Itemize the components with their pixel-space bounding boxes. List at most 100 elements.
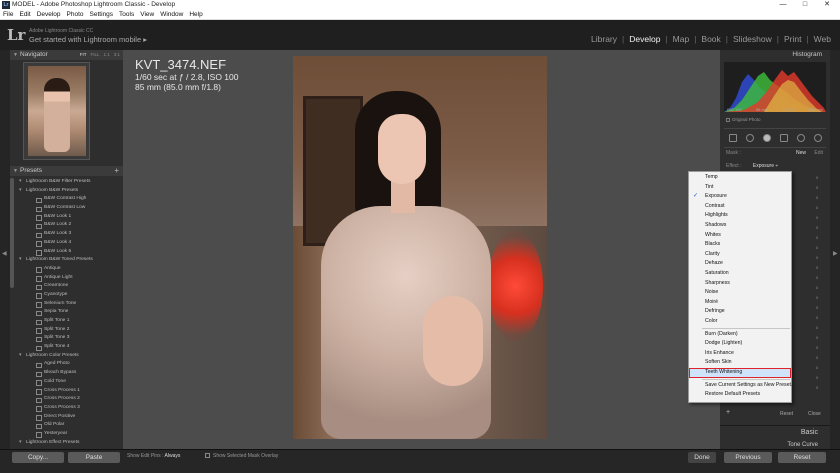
menu-window[interactable]: Window xyxy=(160,10,183,19)
menu-item-iris-enhance[interactable]: Iris Enhance xyxy=(689,349,791,359)
menu-item-teeth-whitening[interactable]: Teeth Whitening xyxy=(689,368,791,378)
module-develop[interactable]: Develop xyxy=(624,34,665,44)
preset-item[interactable]: Selenium Tone xyxy=(16,300,121,309)
minimize-button[interactable]: — xyxy=(772,0,794,10)
preset-item[interactable]: Split Tone 3 xyxy=(16,334,121,343)
basic-section-header[interactable]: Basic xyxy=(720,425,830,439)
menu-edit[interactable]: Edit xyxy=(19,10,30,19)
module-book[interactable]: Book xyxy=(696,34,725,44)
menu-file[interactable]: File xyxy=(3,10,13,19)
preset-item[interactable]: B&W Look 1 xyxy=(16,213,121,222)
histogram-graph[interactable] xyxy=(724,62,826,112)
preset-item[interactable]: Sepia Tone xyxy=(16,308,121,317)
done-button[interactable]: Done xyxy=(688,452,716,463)
red-eye-icon[interactable] xyxy=(762,134,771,142)
menu-help[interactable]: Help xyxy=(189,10,202,19)
preset-item[interactable]: Direct Positive xyxy=(16,413,121,422)
preset-item[interactable]: Bleach Bypass xyxy=(16,369,121,378)
original-photo-checkbox[interactable] xyxy=(726,117,730,122)
zoom-fit[interactable]: FIT xyxy=(80,50,87,60)
mask-new-button[interactable]: New xyxy=(796,149,806,157)
presets-header[interactable]: ▼ Presets + xyxy=(10,166,123,176)
preset-item[interactable]: Antique xyxy=(16,265,121,274)
menu-item-sharpness[interactable]: Sharpness xyxy=(689,279,791,289)
presets-scrollbar[interactable] xyxy=(10,178,14,288)
module-map[interactable]: Map xyxy=(668,34,695,44)
menu-settings[interactable]: Settings xyxy=(90,10,114,19)
menu-item-exposure[interactable]: ✓ Exposure xyxy=(689,192,791,202)
mask-overlay-option[interactable]: Show Selected Mask Overlay xyxy=(205,452,278,461)
lightroom-mobile-link[interactable]: Get started with Lightroom mobile ▸ xyxy=(29,35,147,44)
menu-item-saturation[interactable]: Saturation xyxy=(689,269,791,279)
menu-item-clarity[interactable]: Clarity xyxy=(689,250,791,260)
module-slideshow[interactable]: Slideshow xyxy=(728,34,777,44)
preset-item[interactable]: Creamtone xyxy=(16,282,121,291)
main-photo[interactable] xyxy=(293,56,547,439)
menu-item-restore-default-presets[interactable]: Restore Default Presets xyxy=(689,390,791,400)
preset-item[interactable]: B&W Contrast High xyxy=(16,195,121,204)
maximize-button[interactable]: □ xyxy=(794,0,816,10)
menu-item-dehaze[interactable]: Dehaze xyxy=(689,259,791,269)
menu-item-defringe[interactable]: Defringe xyxy=(689,307,791,317)
menu-item-moir[interactable]: Moiré xyxy=(689,298,791,308)
right-panel-edge[interactable]: ▶ xyxy=(830,50,840,473)
preset-item[interactable]: Cross Process 1 xyxy=(16,387,121,396)
add-panel-plus-icon[interactable]: + xyxy=(726,409,730,416)
preset-item[interactable]: Split Tone 2 xyxy=(16,326,121,335)
histogram-header[interactable]: Histogram xyxy=(720,50,830,60)
preset-item[interactable]: Aged Photo xyxy=(16,360,121,369)
previous-button[interactable]: Previous xyxy=(724,452,772,463)
preset-folder[interactable]: Lightroom B&W Presets xyxy=(16,187,121,196)
brush-reset-button[interactable]: Reset xyxy=(780,411,793,417)
spot-removal-icon[interactable] xyxy=(745,134,754,142)
menu-item-temp[interactable]: Temp xyxy=(689,173,791,183)
preset-item[interactable]: B&W Look 3 xyxy=(16,230,121,239)
preset-item[interactable]: Yesteryear xyxy=(16,430,121,439)
preset-item[interactable]: B&W Contrast Low xyxy=(16,204,121,213)
collapse-right-arrow-icon[interactable]: ▶ xyxy=(833,250,838,257)
brush-close-button[interactable]: Close xyxy=(808,411,821,417)
copy-settings-button[interactable]: Copy... xyxy=(12,452,64,463)
zoom-fill[interactable]: FILL xyxy=(90,50,99,60)
preset-item[interactable]: Split Tone 4 xyxy=(16,343,121,352)
zoom-1-1[interactable]: 1:1 xyxy=(103,50,109,60)
add-preset-plus-icon[interactable]: + xyxy=(114,166,119,176)
menu-photo[interactable]: Photo xyxy=(67,10,84,19)
module-print[interactable]: Print xyxy=(779,34,806,44)
collapse-left-arrow-icon[interactable]: ◀ xyxy=(2,250,7,257)
preset-item[interactable]: Old Polar xyxy=(16,421,121,430)
preset-item[interactable]: Cross Process 2 xyxy=(16,395,121,404)
reset-button[interactable]: Reset xyxy=(778,452,826,463)
navigator-header[interactable]: ▼ Navigator FIT FILL 1:1 3:1 xyxy=(10,50,123,60)
preset-item[interactable]: B&W Look 2 xyxy=(16,221,121,230)
module-library[interactable]: Library xyxy=(586,34,622,44)
menu-item-tint[interactable]: Tint xyxy=(689,183,791,193)
navigator-preview[interactable] xyxy=(23,62,90,160)
graduated-filter-icon[interactable] xyxy=(779,134,788,142)
paste-settings-button[interactable]: Paste xyxy=(68,452,120,463)
menu-item-soften-skin[interactable]: Soften Skin xyxy=(689,358,791,368)
menu-view[interactable]: View xyxy=(140,10,154,19)
menu-item-contrast[interactable]: Contrast xyxy=(689,202,791,212)
menu-item-save-current-settings-as-new-preset[interactable]: Save Current Settings as New Preset... xyxy=(689,381,795,391)
preset-item[interactable]: Cold Tone xyxy=(16,378,121,387)
tone-curve-section-header[interactable]: Tone Curve xyxy=(720,441,830,449)
menu-tools[interactable]: Tools xyxy=(119,10,134,19)
crop-tool-icon[interactable] xyxy=(728,134,737,142)
radial-filter-icon[interactable] xyxy=(796,134,805,142)
preset-folder[interactable]: Lightroom Color Presets xyxy=(16,352,121,361)
preset-item[interactable]: B&W Look 5 xyxy=(16,248,121,257)
module-web[interactable]: Web xyxy=(809,34,836,44)
close-window-button[interactable]: ✕ xyxy=(816,0,838,10)
original-photo-toggle[interactable]: Original Photo xyxy=(726,117,761,122)
edit-pins-dropdown[interactable]: Always xyxy=(165,453,181,459)
mask-overlay-checkbox[interactable] xyxy=(205,453,210,459)
effect-dropdown[interactable]: Exposure ÷ xyxy=(753,163,778,169)
preset-item[interactable]: Antique Light xyxy=(16,274,121,283)
menu-item-burn-darken[interactable]: Burn (Darken) xyxy=(689,330,791,340)
menu-item-dodge-lighten[interactable]: Dodge (Lighten) xyxy=(689,339,791,349)
zoom-3-1[interactable]: 3:1 xyxy=(114,50,120,60)
preset-item[interactable]: B&W Look 4 xyxy=(16,239,121,248)
menu-develop[interactable]: Develop xyxy=(37,10,61,19)
menu-item-whites[interactable]: Whites xyxy=(689,231,791,241)
